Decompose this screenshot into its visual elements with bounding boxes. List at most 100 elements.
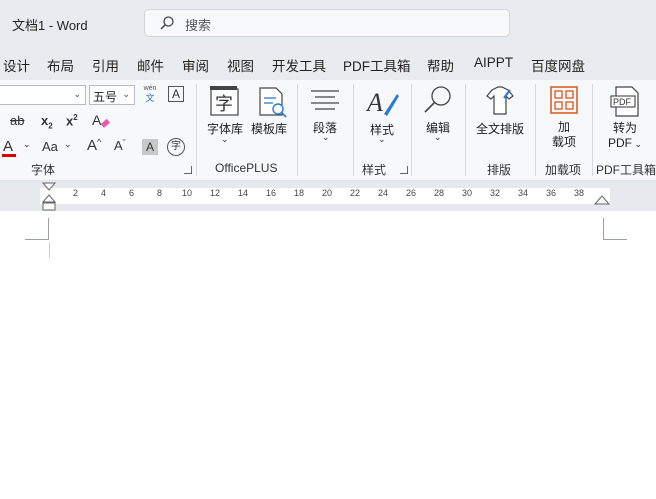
right-indent-marker-icon[interactable] <box>594 194 610 206</box>
title-bar: 文档1 - Word 搜索 <box>0 0 656 46</box>
addins-group-label: 加载项 <box>545 163 582 177</box>
ruler-tick: 14 <box>238 188 249 198</box>
chevron-down-icon[interactable]: ⌄ <box>23 139 31 150</box>
grow-font-button[interactable]: A^ <box>87 137 101 154</box>
search-box[interactable]: 搜索 <box>144 9 510 37</box>
phonetic-guide-button[interactable]: wén 文 <box>143 85 157 103</box>
group-divider <box>196 84 197 176</box>
template-library-button[interactable]: 模板库 <box>250 120 288 137</box>
font-library-icon: 字 <box>210 86 239 116</box>
template-library-icon <box>259 87 287 118</box>
chevron-down-icon[interactable]: ⌄ <box>322 132 330 143</box>
group-divider <box>411 84 412 176</box>
font-color-letter: A <box>3 138 14 155</box>
full-text-layout-button[interactable]: 全文排版 <box>474 120 526 137</box>
chevron-down-icon[interactable]: ⌄ <box>221 134 229 145</box>
font-size-value: 五号 <box>93 90 118 104</box>
convert-pdf-button[interactable]: 转为 PDF ⌄ <box>604 121 646 152</box>
chevron-down-icon[interactable]: ⌄ <box>64 139 72 150</box>
superscript-mark: 2 <box>73 113 78 122</box>
change-case-button[interactable]: Aa <box>42 139 58 154</box>
text-cursor <box>49 242 50 258</box>
phonetic-bottom: 文 <box>145 93 155 103</box>
full-text-layout-icon <box>486 86 514 115</box>
phonetic-top: wén <box>143 85 157 92</box>
tab-help[interactable]: 帮助 <box>427 55 454 75</box>
svg-text:A: A <box>366 88 383 117</box>
font-dialog-launcher-icon[interactable] <box>184 166 192 174</box>
chevron-down-icon: ⌄ <box>73 89 81 99</box>
pdf-line2: PDF <box>607 136 632 150</box>
clear-formatting-icon[interactable]: A <box>91 111 111 131</box>
tab-layout[interactable]: 布局 <box>47 55 74 75</box>
margin-corner-right <box>603 218 627 240</box>
ruler-tick: 12 <box>210 188 221 198</box>
group-divider <box>535 84 536 176</box>
indent-marker-icon[interactable] <box>42 182 56 211</box>
layout-group-label: 排版 <box>487 163 512 177</box>
styles-dialog-launcher-icon[interactable] <box>400 166 408 174</box>
shrink-font-button[interactable]: Aˇ <box>114 138 126 153</box>
ruler-tick: 2 <box>73 188 79 198</box>
subscript-mark: 2 <box>48 121 53 131</box>
subscript-button[interactable]: x2 <box>41 113 53 131</box>
styles-group-label: 样式 <box>362 163 387 177</box>
ruler-tick: 18 <box>294 188 305 198</box>
ruler-tick: 36 <box>546 188 557 198</box>
pdf-group-label: PDF工具箱 <box>596 163 656 177</box>
search-icon <box>160 16 174 30</box>
grow-font-letter: A <box>87 137 98 154</box>
addins-icon <box>550 86 578 114</box>
enclose-char-button[interactable]: 字 <box>167 138 185 156</box>
chevron-down-icon[interactable]: ⌄ <box>378 134 386 145</box>
strikethrough-button[interactable]: ab <box>10 113 24 128</box>
convert-pdf-icon: PDF <box>610 86 639 117</box>
svg-text:A: A <box>92 112 102 128</box>
chevron-down-icon: ⌄ <box>122 89 130 99</box>
font-size-dropdown[interactable]: 五号 ⌄ <box>89 85 135 105</box>
group-divider <box>297 84 298 176</box>
ruler-tick: 30 <box>462 188 473 198</box>
ruler-tick: 16 <box>266 188 277 198</box>
ruler-tick: 22 <box>350 188 361 198</box>
font-name-dropdown[interactable]: ⌄ <box>0 85 86 105</box>
styles-icon: A <box>366 88 399 117</box>
svg-text:字: 字 <box>215 94 233 115</box>
window-title: 文档1 - Word <box>12 18 88 33</box>
shrink-font-letter: A <box>114 138 123 153</box>
ruler-tick: 8 <box>157 188 163 198</box>
margin-corner-left <box>25 218 49 240</box>
tab-developer[interactable]: 开发工具 <box>272 55 326 75</box>
tab-view[interactable]: 视图 <box>227 55 254 75</box>
superscript-button[interactable]: x2 <box>66 113 78 128</box>
ruler-tick: 4 <box>101 188 107 198</box>
tab-baidu-netdisk[interactable]: 百度网盘 <box>531 55 585 75</box>
ruler-tick: 24 <box>378 188 389 198</box>
char-shading-button[interactable]: A <box>142 139 158 155</box>
tab-design[interactable]: 设计 <box>3 55 30 75</box>
ruler-tick: 38 <box>574 188 585 198</box>
font-group-label: 字体 <box>31 163 56 177</box>
svg-text:PDF: PDF <box>613 97 632 107</box>
pdf-line1: 转为 <box>612 121 637 135</box>
addins-button[interactable]: 加 载项 <box>546 120 582 150</box>
addins-line1: 加 <box>557 120 570 134</box>
char-border-button[interactable]: A <box>168 86 184 102</box>
tab-references[interactable]: 引用 <box>92 55 119 75</box>
chevron-down-icon[interactable]: ⌄ <box>434 132 442 143</box>
ruler-tick: 6 <box>129 188 135 198</box>
document-canvas[interactable] <box>0 211 656 499</box>
paragraph-icon <box>311 90 339 110</box>
group-divider <box>353 84 354 176</box>
tab-pdf-tools[interactable]: PDF工具箱 <box>343 55 411 75</box>
ruler-tick: 26 <box>406 188 417 198</box>
tab-review[interactable]: 审阅 <box>182 55 209 75</box>
group-divider <box>592 84 593 176</box>
ribbon: ⌄ 五号 ⌄ wén 文 A ab x2 x2 A A ⌄ Aa ⌄ A^ Aˇ… <box>0 80 656 181</box>
tab-mailings[interactable]: 邮件 <box>137 55 164 75</box>
menu-bar: 设计 布局 引用 邮件 审阅 视图 开发工具 PDF工具箱 帮助 AIPPT 百… <box>0 46 656 80</box>
find-icon <box>424 86 451 113</box>
search-placeholder: 搜索 <box>185 18 212 33</box>
tab-aippt[interactable]: AIPPT <box>474 55 513 70</box>
font-color-button[interactable]: A <box>3 138 13 155</box>
